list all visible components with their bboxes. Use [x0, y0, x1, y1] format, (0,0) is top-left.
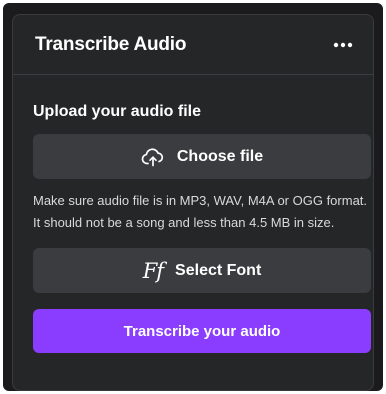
more-horizontal-icon [333, 42, 353, 47]
panel-title: Transcribe Audio [35, 33, 187, 55]
select-font-button[interactable]: Ff Select Font [33, 248, 371, 293]
font-icon: Ff [142, 258, 164, 283]
app-frame: Transcribe Audio Upload your audio file [3, 3, 383, 391]
choose-file-button[interactable]: Choose file [33, 134, 371, 179]
choose-file-label: Choose file [176, 147, 264, 165]
select-font-label: Select Font [175, 261, 262, 279]
more-options-button[interactable] [327, 33, 359, 57]
upload-help-text: Make sure audio file is in MP3, WAV, M4A… [33, 193, 368, 230]
panel-header: Transcribe Audio [13, 15, 373, 75]
transcribe-audio-panel: Transcribe Audio Upload your audio file [12, 14, 374, 391]
upload-section-label: Upload your audio file [33, 103, 202, 120]
panel-body: Upload your audio file Choose file Make … [13, 75, 373, 353]
cloud-upload-icon [141, 147, 165, 167]
transcribe-button[interactable]: Transcribe your audio [33, 309, 371, 353]
transcribe-button-label: Transcribe your audio [123, 322, 281, 340]
